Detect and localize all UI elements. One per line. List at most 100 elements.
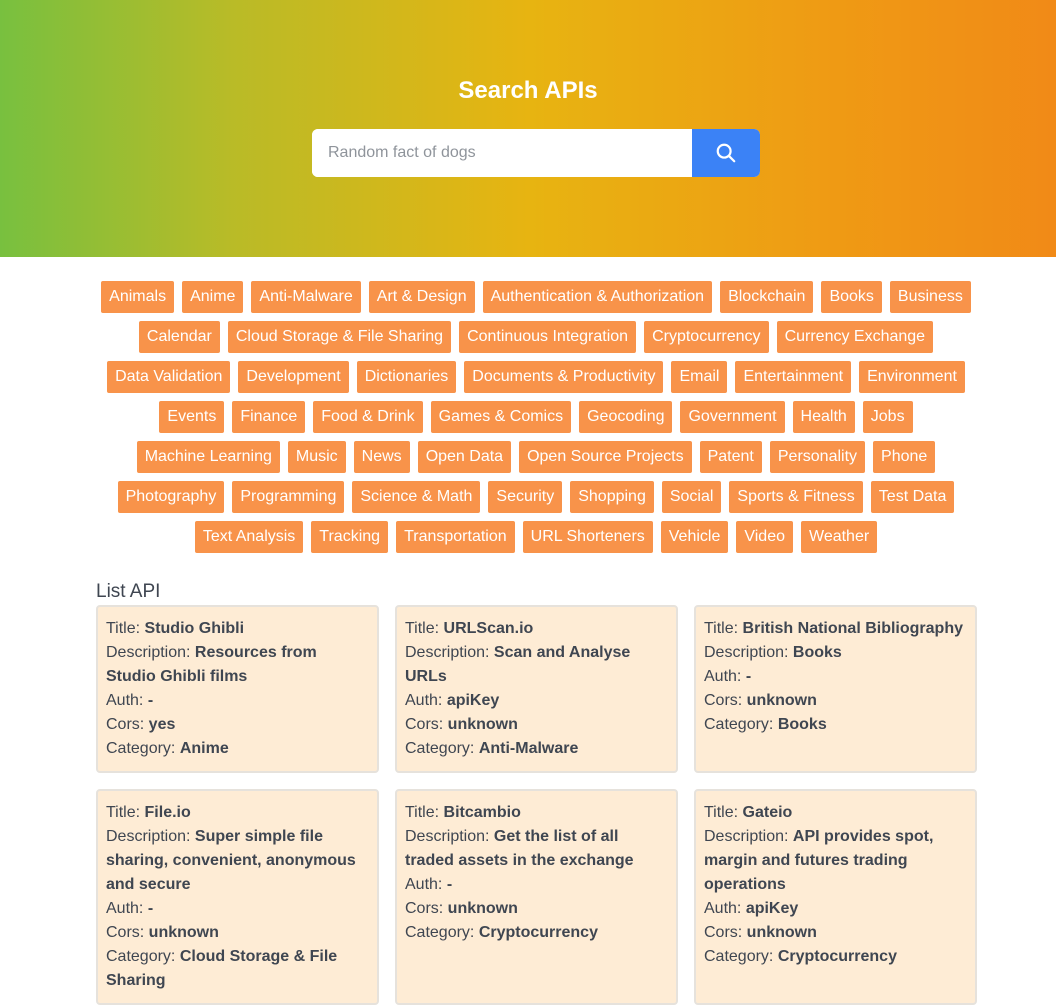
api-title-label: Title: <box>704 804 743 821</box>
category-tag[interactable]: Photography <box>117 481 225 513</box>
category-tag[interactable]: Dictionaries <box>356 361 457 393</box>
category-tag[interactable]: Anti-Malware <box>251 281 361 313</box>
api-card[interactable]: Title: Gateio Description: API provides s… <box>694 789 977 1005</box>
category-tag[interactable]: Cryptocurrency <box>644 321 769 353</box>
category-tag[interactable]: Music <box>287 441 346 473</box>
category-tag[interactable]: Entertainment <box>735 361 852 393</box>
category-tag[interactable]: Events <box>159 401 225 433</box>
category-tag[interactable]: Animals <box>101 281 175 313</box>
api-title-line: Title: URLScan.io <box>405 617 668 641</box>
category-tag[interactable]: Authentication & Authorization <box>482 281 713 313</box>
api-card[interactable]: Title: Bitcambio Description: Get the lis… <box>395 789 678 1005</box>
search-input[interactable] <box>312 129 692 177</box>
api-cors-line: Cors: unknown <box>704 689 967 713</box>
api-cors-line: Cors: unknown <box>106 921 369 945</box>
api-category-label: Category: <box>704 716 778 733</box>
api-cors-value: unknown <box>746 924 817 941</box>
api-cors-value: unknown <box>447 900 518 917</box>
category-tag[interactable]: Health <box>792 401 855 433</box>
category-tag[interactable]: Machine Learning <box>136 441 280 473</box>
category-tag[interactable]: Jobs <box>862 401 913 433</box>
search-icon <box>716 143 736 163</box>
category-tag[interactable]: Government <box>680 401 785 433</box>
category-tag[interactable]: Data Validation <box>107 361 231 393</box>
api-card[interactable]: Title: British National Bibliography Desc… <box>694 605 977 773</box>
api-title-label: Title: <box>405 804 444 821</box>
api-title-value: British National Bibliography <box>742 620 963 637</box>
category-tag[interactable]: Vehicle <box>660 521 729 553</box>
api-auth-label: Auth: <box>704 900 746 917</box>
api-title-line: Title: Studio Ghibli <box>106 617 369 641</box>
category-tag[interactable]: Food & Drink <box>313 401 423 433</box>
category-tag[interactable]: URL Shorteners <box>522 521 653 553</box>
category-tag[interactable]: Personality <box>769 441 866 473</box>
category-tag[interactable]: Email <box>671 361 728 393</box>
category-tag[interactable]: Programming <box>232 481 345 513</box>
api-cors-value: unknown <box>447 716 518 733</box>
api-auth-line: Auth: apiKey <box>405 689 668 713</box>
category-tag[interactable]: Games & Comics <box>430 401 572 433</box>
category-tag[interactable]: Social <box>661 481 722 513</box>
category-tag[interactable]: Art & Design <box>368 281 475 313</box>
category-tag[interactable]: Finance <box>232 401 306 433</box>
category-tag[interactable]: Security <box>488 481 563 513</box>
category-tag[interactable]: Development <box>238 361 349 393</box>
category-tag[interactable]: Currency Exchange <box>776 321 934 353</box>
category-tag[interactable]: Test Data <box>870 481 955 513</box>
api-category-value: Anti-Malware <box>478 740 579 757</box>
api-auth-line: Auth: apiKey <box>704 897 967 921</box>
api-description-label: Description: <box>405 644 494 661</box>
category-tag[interactable]: Environment <box>859 361 965 393</box>
category-tag[interactable]: Open Data <box>417 441 512 473</box>
api-card[interactable]: Title: URLScan.io Description: Scan and A… <box>395 605 678 773</box>
api-title-line: Title: File.io <box>106 801 369 825</box>
category-tag[interactable]: Weather <box>801 521 878 553</box>
category-tags: Animals Anime Anti-Malware Art & Design Auth… <box>96 281 976 553</box>
api-category-value: Cryptocurrency <box>777 948 897 965</box>
hero-banner: Search APIs <box>0 0 1056 257</box>
api-title-line: Title: British National Bibliography <box>704 617 967 641</box>
api-title-value: Bitcambio <box>443 804 521 821</box>
api-auth-label: Auth: <box>106 900 148 917</box>
api-title-label: Title: <box>106 620 145 637</box>
category-tag[interactable]: Open Source Projects <box>519 441 692 473</box>
api-description-label: Description: <box>106 644 195 661</box>
api-card[interactable]: Title: File.io Description: Super simple … <box>96 789 379 1005</box>
category-tag[interactable]: Anime <box>182 281 244 313</box>
api-category-label: Category: <box>405 740 479 757</box>
category-tag[interactable]: Cloud Storage & File Sharing <box>227 321 452 353</box>
category-tag[interactable]: Tracking <box>311 521 389 553</box>
api-auth-line: Auth: - <box>106 689 369 713</box>
api-title-value: URLScan.io <box>443 620 534 637</box>
api-description-value: Books <box>792 644 842 661</box>
category-tag[interactable]: Text Analysis <box>194 521 304 553</box>
category-tag[interactable]: Calendar <box>138 321 220 353</box>
category-tag[interactable]: Patent <box>699 441 762 473</box>
api-card[interactable]: Title: Studio Ghibli Description: Resourc… <box>96 605 379 773</box>
api-auth-label: Auth: <box>106 692 148 709</box>
category-tag[interactable]: Geocoding <box>579 401 673 433</box>
category-tag[interactable]: News <box>353 441 410 473</box>
api-category-label: Category: <box>106 740 180 757</box>
category-tag[interactable]: Shopping <box>570 481 654 513</box>
api-auth-label: Auth: <box>405 692 447 709</box>
category-tag[interactable]: Books <box>821 281 882 313</box>
list-api-heading: List API <box>96 581 161 602</box>
category-tag[interactable]: Continuous Integration <box>459 321 637 353</box>
api-cors-line: Cors: unknown <box>704 921 967 945</box>
category-tag[interactable]: Transportation <box>396 521 515 553</box>
category-tag[interactable]: Science & Math <box>352 481 481 513</box>
category-tag[interactable]: Phone <box>873 441 936 473</box>
api-description-line: Description: Scan and Analyse URLs <box>405 641 668 689</box>
category-tag[interactable]: Business <box>889 281 971 313</box>
category-tag[interactable]: Video <box>736 521 793 553</box>
api-title-line: Title: Gateio <box>704 801 967 825</box>
api-category-line: Category: Cryptocurrency <box>704 945 967 969</box>
api-category-label: Category: <box>405 924 479 941</box>
search-bar <box>312 129 760 177</box>
api-cors-label: Cors: <box>704 692 747 709</box>
category-tag[interactable]: Documents & Productivity <box>464 361 664 393</box>
category-tag[interactable]: Sports & Fitness <box>729 481 863 513</box>
search-button[interactable] <box>692 129 760 177</box>
category-tag[interactable]: Blockchain <box>720 281 814 313</box>
